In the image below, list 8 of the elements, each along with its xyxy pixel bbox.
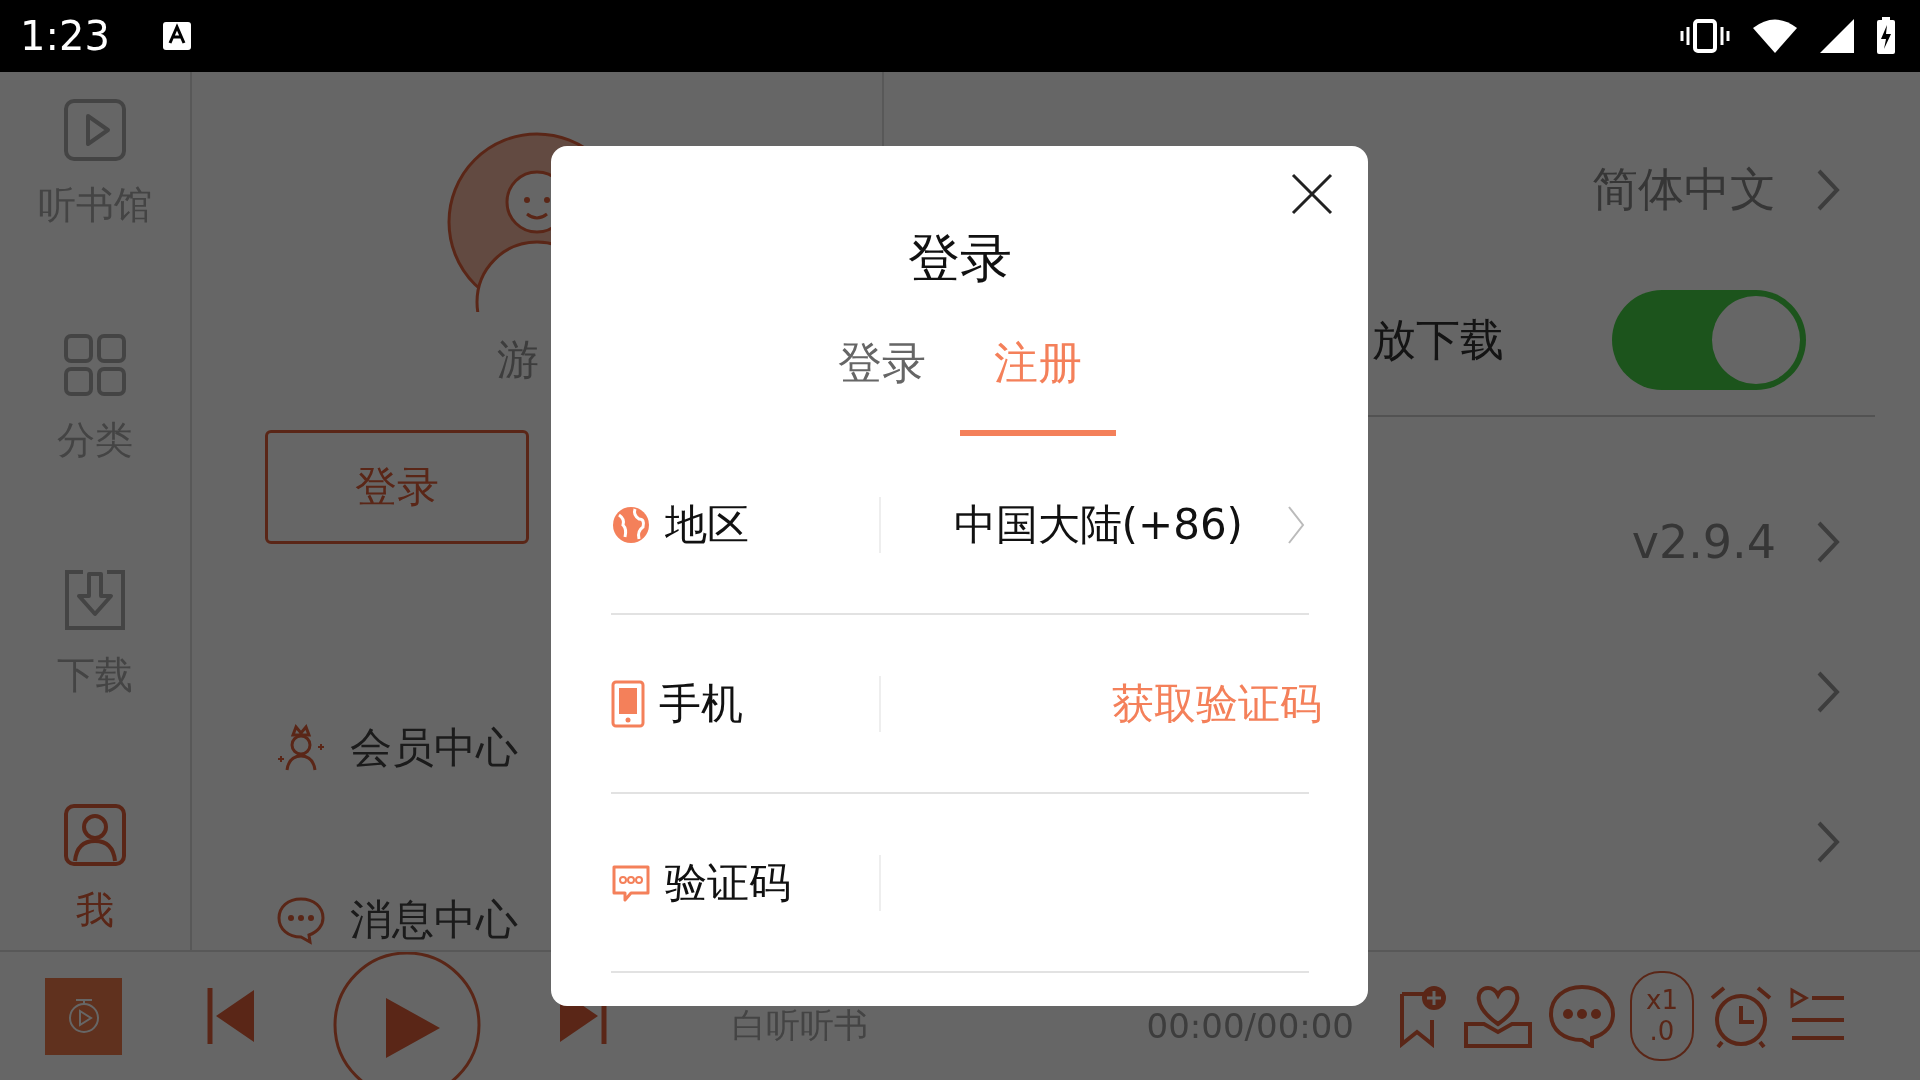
setting-label: 放下载 (1372, 312, 1504, 367)
field-label: 手机 (659, 677, 743, 730)
field-label: 地区 (665, 498, 749, 551)
menu-label: 消息中心 (350, 894, 518, 946)
status-time: 1:23 (20, 13, 110, 59)
dialog-title: 登录 (907, 227, 1012, 290)
field-label: 验证码 (665, 856, 791, 909)
menu-label: 会员中心 (350, 722, 518, 774)
